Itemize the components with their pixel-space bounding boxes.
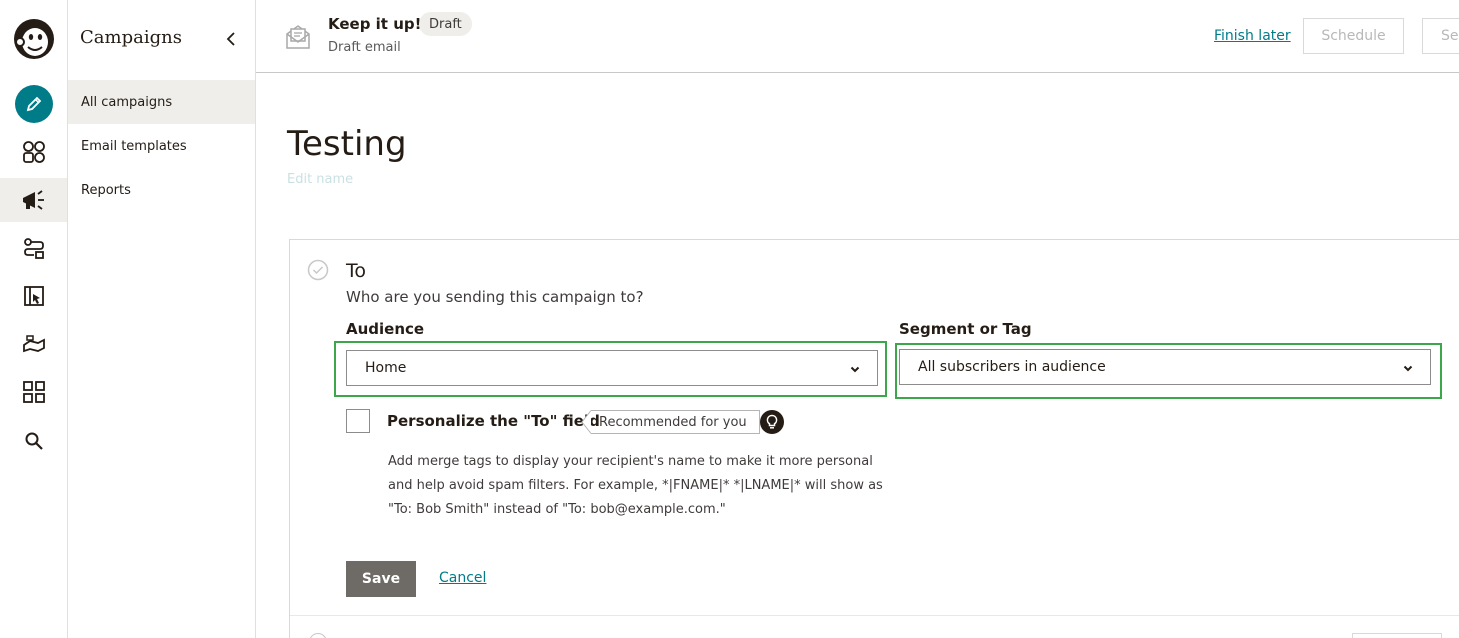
chevron-down-icon (850, 366, 860, 373)
content-nav-button[interactable] (0, 322, 67, 366)
help-line: and help avoid spam filters. For example… (388, 478, 883, 493)
subnav-item-reports[interactable]: Reports (68, 168, 255, 212)
subnav-item-email-templates[interactable]: Email templates (68, 124, 255, 168)
chevron-down-icon (1403, 365, 1413, 372)
send-button[interactable]: Send (1422, 18, 1459, 54)
edit-name-link[interactable]: Edit name (287, 172, 353, 187)
audience-label: Audience (346, 320, 425, 338)
campaigns-nav-button[interactable] (0, 178, 67, 222)
help-line: "To: Bob Smith" instead of "To: bob@exam… (388, 502, 726, 517)
help-line: Add merge tags to display your recipient… (388, 454, 873, 469)
create-button[interactable] (0, 82, 67, 126)
finish-later-link[interactable]: Finish later (1214, 28, 1291, 44)
page-title: Testing (287, 124, 407, 164)
collapse-nav-button[interactable] (224, 30, 238, 48)
subnav-title: Campaigns (80, 27, 182, 48)
audience-select[interactable]: Home (346, 350, 878, 386)
campaigns-subnav: Campaigns All campaigns Email templates … (68, 0, 256, 638)
freddie-logo-icon[interactable] (0, 17, 67, 61)
megaphone-icon (22, 190, 44, 210)
automations-nav-button[interactable] (0, 226, 67, 270)
campaign-type-label: Draft email (328, 40, 401, 55)
search-nav-button[interactable] (0, 419, 67, 463)
segment-label: Segment or Tag (899, 320, 1032, 338)
grid-icon (22, 381, 45, 403)
to-section-subtitle: Who are you sending this campaign to? (346, 288, 644, 306)
audience-icon (22, 141, 45, 163)
personalize-to-label: Personalize the "To" field (387, 412, 600, 430)
content-icon (22, 335, 45, 353)
cancel-link[interactable]: Cancel (439, 570, 486, 586)
website-nav-button[interactable] (0, 274, 67, 318)
next-section-button[interactable] (1352, 633, 1442, 638)
segment-select[interactable]: All subscribers in audience (899, 349, 1431, 385)
segment-select-value: All subscribers in audience (918, 359, 1106, 375)
integrations-nav-button[interactable] (0, 370, 67, 414)
draft-email-icon (286, 25, 310, 49)
tag-arrow-shape (581, 410, 591, 434)
audience-select-value: Home (365, 360, 407, 376)
status-badge: Draft (419, 12, 472, 36)
check-circle-icon (307, 259, 329, 281)
recommended-tag-text: Recommended for you (591, 410, 760, 434)
to-section-title: To (346, 260, 367, 282)
pencil-icon (14, 85, 53, 123)
website-icon (23, 286, 44, 306)
lightbulb-icon (760, 410, 784, 434)
chevron-left-icon (226, 32, 235, 46)
save-button[interactable]: Save (346, 561, 416, 597)
schedule-button[interactable]: Schedule (1303, 18, 1404, 54)
campaign-header: Keep it up! Draft Draft email Finish lat… (256, 0, 1459, 73)
subnav-item-all-campaigns[interactable]: All campaigns (68, 80, 255, 124)
global-nav-rail (0, 0, 68, 638)
personalize-to-checkbox[interactable] (346, 409, 370, 433)
recommended-tag: Recommended for you (581, 410, 760, 434)
campaign-status-title: Keep it up! (328, 15, 422, 33)
section-divider (290, 615, 1459, 616)
personalize-help-text: Add merge tags to display your recipient… (388, 450, 888, 522)
search-icon (25, 432, 43, 450)
audience-nav-button[interactable] (0, 130, 67, 174)
automations-icon (23, 238, 44, 259)
